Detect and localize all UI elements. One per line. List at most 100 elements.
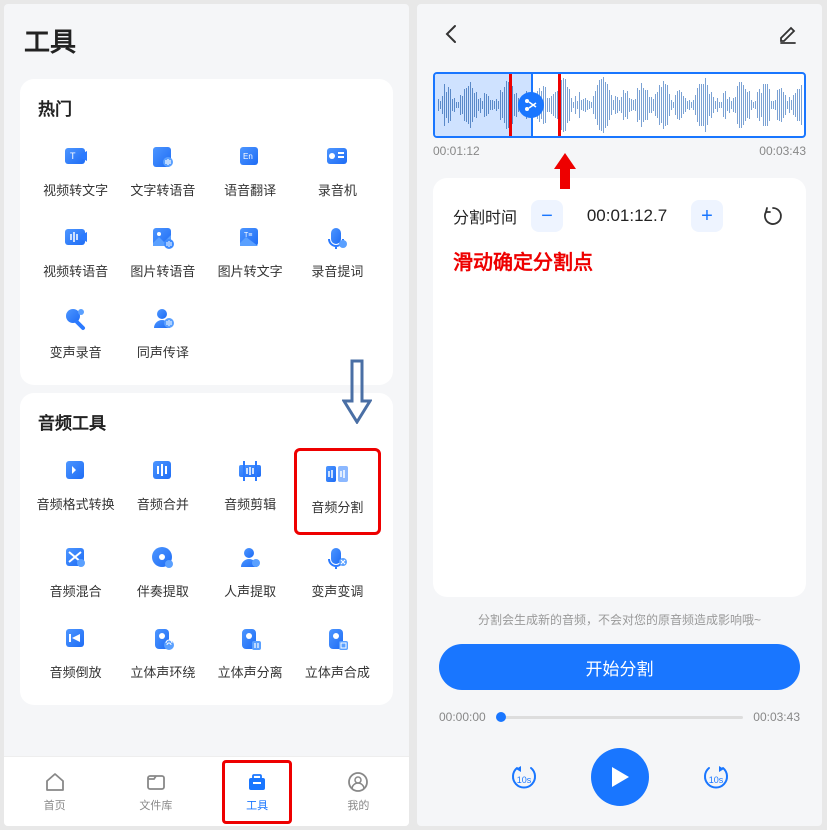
decrease-button[interactable]: − — [531, 200, 563, 232]
svg-text:En: En — [243, 152, 253, 161]
tool-label: 音频剪辑 — [224, 494, 276, 513]
page-title: 工具 — [24, 22, 389, 59]
tool-item-speech-translate[interactable]: En 语音翻译 — [207, 134, 294, 215]
video-audio-icon — [58, 223, 94, 253]
nav-label: 工具 — [246, 797, 268, 813]
home-icon — [43, 770, 67, 794]
vocal-extract-icon — [232, 543, 268, 573]
text-audio-icon — [145, 142, 181, 172]
split-time-row: 分割时间 − 00:01:12.7 + — [453, 200, 786, 232]
tool-item-accompaniment[interactable]: 伴奏提取 — [119, 535, 206, 616]
tool-item-image-text[interactable]: T≡ 图片转文字 — [207, 215, 294, 296]
nav-home[interactable]: 首页 — [4, 757, 105, 826]
tool-item-audio-mix[interactable]: 音频混合 — [32, 535, 119, 616]
teleprompter-icon — [319, 223, 355, 253]
tool-item-voice-change[interactable]: 变声录音 — [32, 296, 119, 377]
slide-hint-annotation: 滑动确定分割点 — [453, 246, 786, 275]
audio-cut-icon — [232, 456, 268, 486]
svg-text:10s: 10s — [708, 775, 723, 785]
stereo-merge-icon — [319, 624, 355, 654]
profile-icon — [346, 770, 370, 794]
split-time-value: 00:01:12.7 — [577, 206, 677, 226]
back-button[interactable] — [437, 20, 465, 48]
tool-item-audio-cut[interactable]: 音频剪辑 — [207, 448, 294, 535]
interpret-icon — [145, 304, 181, 334]
tool-item-audio-split[interactable]: 音频分割 — [294, 448, 381, 535]
progress-row: 00:00:00 00:03:43 — [439, 710, 800, 724]
tool-label: 图片转语音 — [130, 261, 195, 280]
tool-item-vocal-extract[interactable]: 人声提取 — [207, 535, 294, 616]
video-text-icon: T — [58, 142, 94, 172]
tool-grid: T视频转文字文字转语音 En 语音翻译 录音机视频转语音 图片转语音 T≡ 图片转文字 录音提… — [32, 134, 381, 377]
tool-item-video-text[interactable]: T视频转文字 — [32, 134, 119, 215]
progress-current: 00:00:00 — [439, 710, 486, 724]
tool-item-pitch-shift[interactable]: 变声变调 — [294, 535, 381, 616]
tool-item-stereo-split[interactable]: 立体声分离 — [207, 616, 294, 697]
reverse-icon — [58, 624, 94, 654]
tool-label: 视频转语音 — [43, 261, 108, 280]
tool-item-surround[interactable]: 立体声环绕 — [119, 616, 206, 697]
tool-item-reverse[interactable]: 音频倒放 — [32, 616, 119, 697]
tool-label: 变声变调 — [311, 581, 363, 600]
edit-button[interactable] — [774, 20, 802, 48]
tool-item-stereo-merge[interactable]: 立体声合成 — [294, 616, 381, 697]
pitch-shift-icon — [319, 543, 355, 573]
tool-item-recorder[interactable]: 录音机 — [294, 134, 381, 215]
play-button[interactable] — [591, 748, 649, 806]
tool-label: 音频混合 — [50, 581, 102, 600]
tool-label: 立体声环绕 — [130, 662, 195, 681]
tool-item-text-audio[interactable]: 文字转语音 — [119, 134, 206, 215]
start-split-button[interactable]: 开始分割 — [439, 644, 800, 690]
svg-text:10s: 10s — [516, 775, 531, 785]
reset-button[interactable] — [760, 203, 786, 229]
section-card: 音频工具音频格式转换音频合并音频剪辑音频分割音频混合伴奏提取人声提取变声变调音频… — [20, 393, 393, 705]
nav-profile[interactable]: 我的 — [308, 757, 409, 826]
svg-text:T: T — [70, 151, 76, 161]
seek-back-button[interactable]: 10s — [507, 764, 541, 790]
image-audio-icon — [145, 223, 181, 253]
tool-label: 变声录音 — [50, 342, 102, 361]
section-title: 热门 — [32, 95, 381, 120]
split-label: 分割时间 — [453, 204, 517, 228]
accompaniment-icon — [145, 543, 181, 573]
split-handle[interactable] — [518, 92, 544, 118]
stereo-split-icon — [232, 624, 268, 654]
waveform-container: 00:01:12 00:03:43 — [433, 72, 806, 158]
tool-item-audio-merge[interactable]: 音频合并 — [119, 448, 206, 535]
surround-icon — [145, 624, 181, 654]
tool-label: 文字转语音 — [130, 180, 195, 199]
waveform[interactable] — [433, 72, 806, 138]
progress-total: 00:03:43 — [753, 710, 800, 724]
tool-item-video-audio[interactable]: 视频转语音 — [32, 215, 119, 296]
bottom-nav: 首页 文件库工具 我的 — [4, 756, 409, 826]
voice-change-icon — [58, 304, 94, 334]
tool-item-interpret[interactable]: 同声传译 — [119, 296, 206, 377]
tool-item-format-convert[interactable]: 音频格式转换 — [32, 448, 119, 535]
increase-button[interactable]: + — [691, 200, 723, 232]
files-icon — [144, 770, 168, 794]
nav-label: 首页 — [44, 797, 66, 813]
tool-label: 语音翻译 — [224, 180, 276, 199]
nav-files[interactable]: 文件库 — [105, 757, 206, 826]
nav-tools[interactable]: 工具 — [207, 757, 308, 826]
tool-item-image-audio[interactable]: 图片转语音 — [119, 215, 206, 296]
audio-merge-icon — [145, 456, 181, 486]
image-text-icon: T≡ — [232, 223, 268, 253]
control-card: 分割时间 − 00:01:12.7 + 滑动确定分割点 — [433, 178, 806, 597]
seek-forward-button[interactable]: 10s — [699, 764, 733, 790]
tool-label: 音频合并 — [137, 494, 189, 513]
tool-item-teleprompter[interactable]: 录音提词 — [294, 215, 381, 296]
audio-split-screen: 00:01:12 00:03:43 分割时间 − 00:01:12.7 + 滑动… — [417, 4, 822, 826]
progress-track[interactable] — [496, 716, 744, 719]
tool-label: 录音机 — [318, 180, 357, 199]
tool-label: 图片转文字 — [218, 261, 283, 280]
tool-label: 音频倒放 — [50, 662, 102, 681]
progress-thumb[interactable] — [496, 712, 506, 722]
format-convert-icon — [58, 456, 94, 486]
note-text: 分割会生成新的音频，不会对您的原音频造成影响哦~ — [437, 611, 802, 628]
tool-label: 立体声合成 — [305, 662, 370, 681]
header — [417, 4, 822, 58]
tool-label: 录音提词 — [311, 261, 363, 280]
tool-label: 同声传译 — [137, 342, 189, 361]
tool-label: 立体声分离 — [218, 662, 283, 681]
